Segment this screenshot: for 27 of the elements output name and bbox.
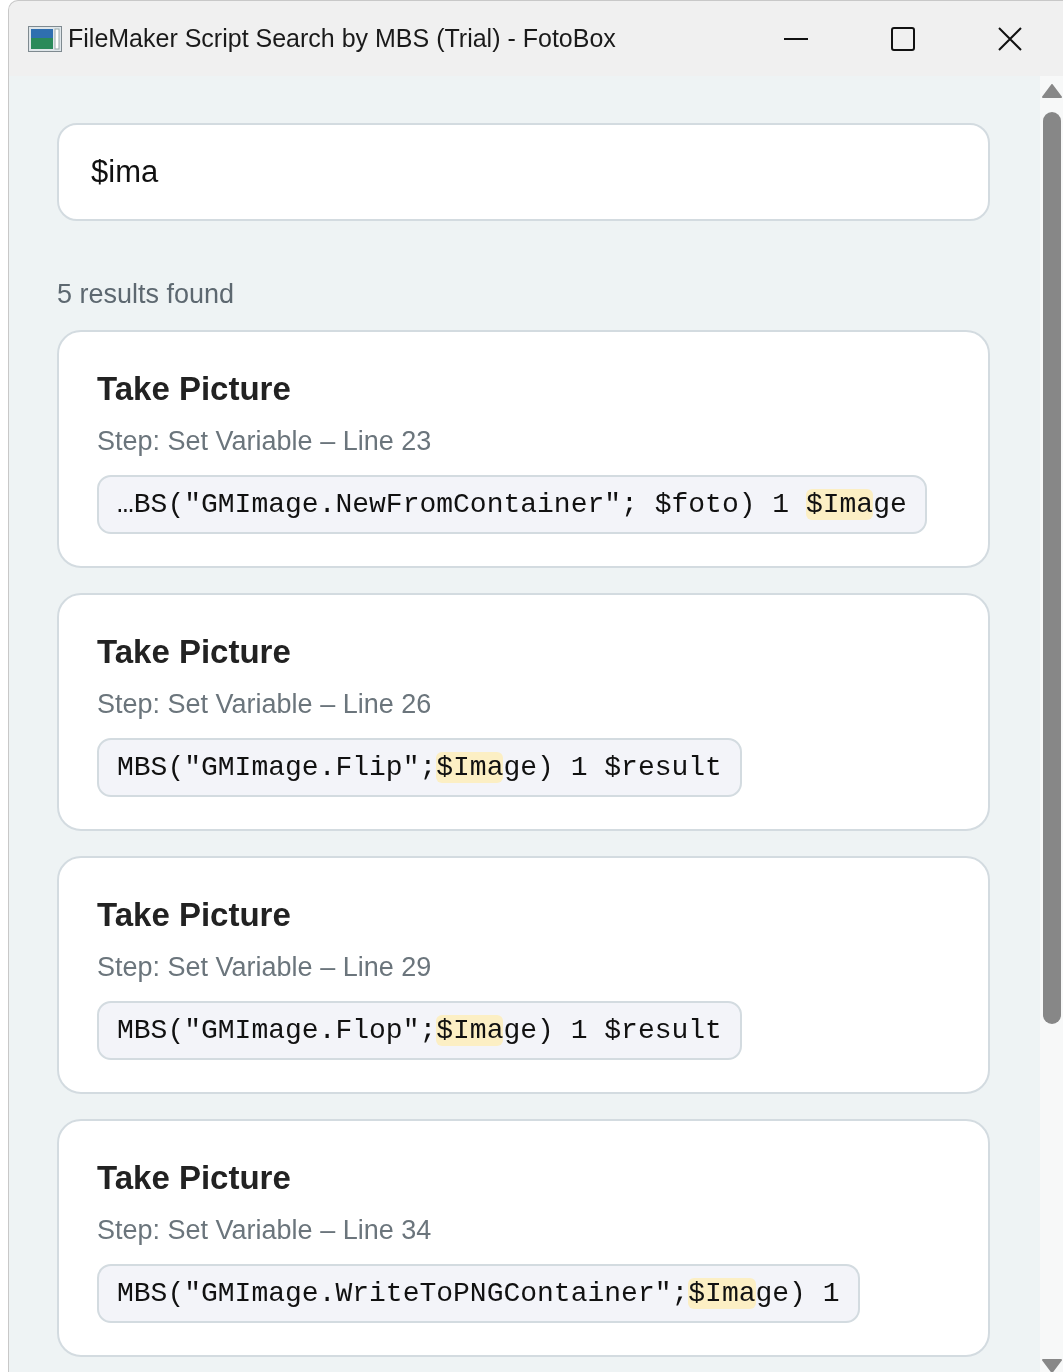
search-field[interactable]: $ima [57, 123, 990, 221]
step-line: Step: Set Variable – Line 34 [97, 1215, 433, 1246]
scroll-down-icon[interactable] [1041, 1359, 1062, 1372]
step-line: Step: Set Variable – Line 26 [97, 689, 433, 720]
window-title: FileMaker Script Search by MBS (Trial) - FotoBox [68, 24, 617, 53]
result-card[interactable]: Take Picture Step: Set Variable – Line 26 MBS("GMImage.Flip";$Image) 1 $result [57, 593, 990, 831]
app-icon [28, 25, 62, 52]
result-count: 5 results found [57, 279, 236, 310]
script-name: Take Picture [97, 633, 292, 671]
code-snippet: MBS("GMImage.WriteToPNGContainer";$Image) 1 [97, 1264, 860, 1323]
code-snippet: MBS("GMImage.Flop";$Image) 1 $result [97, 1001, 742, 1060]
result-card[interactable]: Take Picture Step: Set Variable – Line 23 …BS("GMImage.NewFromContainer"; $foto) 1 $Image [57, 330, 990, 568]
script-name: Take Picture [97, 1159, 292, 1197]
maximize-icon [889, 25, 916, 52]
script-name: Take Picture [97, 896, 292, 934]
scroll-up-icon[interactable] [1041, 84, 1062, 98]
step-line: Step: Set Variable – Line 29 [97, 952, 433, 983]
script-name: Take Picture [97, 370, 292, 408]
close-icon [996, 25, 1023, 52]
minimize-icon [782, 37, 809, 40]
step-line: Step: Set Variable – Line 23 [97, 426, 433, 457]
code-snippet: MBS("GMImage.Flip";$Image) 1 $result [97, 738, 742, 797]
code-snippet: …BS("GMImage.NewFromContainer"; $foto) 1 $Image [97, 475, 927, 534]
result-card[interactable]: Take Picture Step: Set Variable – Line 34 MBS("GMImage.WriteToPNGContainer";$Image) 1 [57, 1119, 990, 1357]
scrollbar-thumb[interactable] [1042, 112, 1061, 1024]
scrollbar[interactable] [1040, 76, 1063, 1372]
result-card[interactable]: Take Picture Step: Set Variable – Line 29 MBS("GMImage.Flop";$Image) 1 $result [57, 856, 990, 1094]
